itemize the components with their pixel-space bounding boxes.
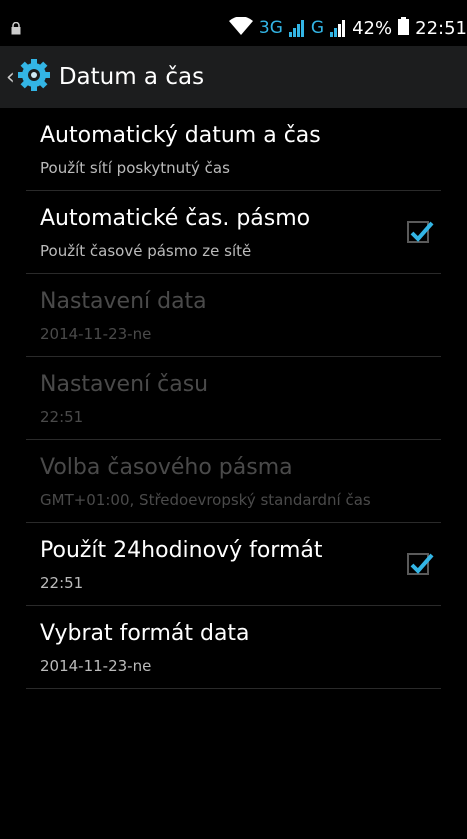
network-3g-label: 3G [258,18,283,38]
setting-subtitle: Použít časové pásmo ze sítě [40,242,252,260]
status-time: 22:51 [415,17,467,39]
setting-subtitle: 2014-11-23-ne [40,325,152,343]
setting-title: Nastavení času [40,372,209,397]
action-bar: ‹ Datum a čas [0,46,467,108]
lock-icon [11,20,21,39]
back-chevron-icon[interactable]: ‹ [6,65,15,90]
setting-subtitle: GMT+01:00, Středoevropský standardní čas [40,491,371,509]
battery-icon [398,16,410,40]
battery-percent: 42% [352,17,393,39]
setting-24h-format[interactable]: Použít 24hodinový formát 22:51 [26,523,441,606]
setting-subtitle: 2014-11-23-ne [40,657,152,675]
setting-set-time[interactable]: Nastavení času 22:51 [26,357,441,440]
page-title: Datum a čas [58,64,205,90]
wifi-icon [228,15,253,40]
signal-icon-secondary [330,19,346,37]
auto-timezone-checkbox[interactable] [407,221,434,243]
setting-subtitle: Použít sítí poskytnutý čas [40,159,230,177]
setting-title: Nastavení data [40,289,207,314]
setting-auto-datetime[interactable]: Automatický datum a čas Použít sítí posk… [26,108,441,191]
setting-subtitle: 22:51 [40,574,84,592]
signal-icon [288,19,305,37]
setting-subtitle: 22:51 [40,408,84,426]
setting-set-date[interactable]: Nastavení data 2014-11-23-ne [26,274,441,357]
checkmark-icon [410,221,434,242]
setting-select-timezone[interactable]: Volba časového pásma GMT+01:00, Středoev… [26,440,441,523]
status-bar: 3G G 42% 22:51 [0,0,467,46]
setting-title: Volba časového pásma [40,455,293,480]
setting-auto-timezone[interactable]: Automatické čas. pásmo Použít časové pás… [26,191,441,274]
network-g-label: G [310,18,325,38]
settings-list: Automatický datum a čas Použít sítí posk… [0,108,467,689]
checkmark-icon [410,553,434,574]
setting-title: Automatické čas. pásmo [40,206,311,231]
24h-format-checkbox[interactable] [407,553,434,575]
status-indicators: 3G G 42% 22:51 [228,15,467,40]
setting-title: Použít 24hodinový formát [40,538,323,563]
setting-title: Automatický datum a čas [40,123,321,148]
setting-date-format[interactable]: Vybrat formát data 2014-11-23-ne [26,606,441,689]
settings-gear-icon[interactable] [17,58,51,96]
setting-title: Vybrat formát data [40,621,250,646]
